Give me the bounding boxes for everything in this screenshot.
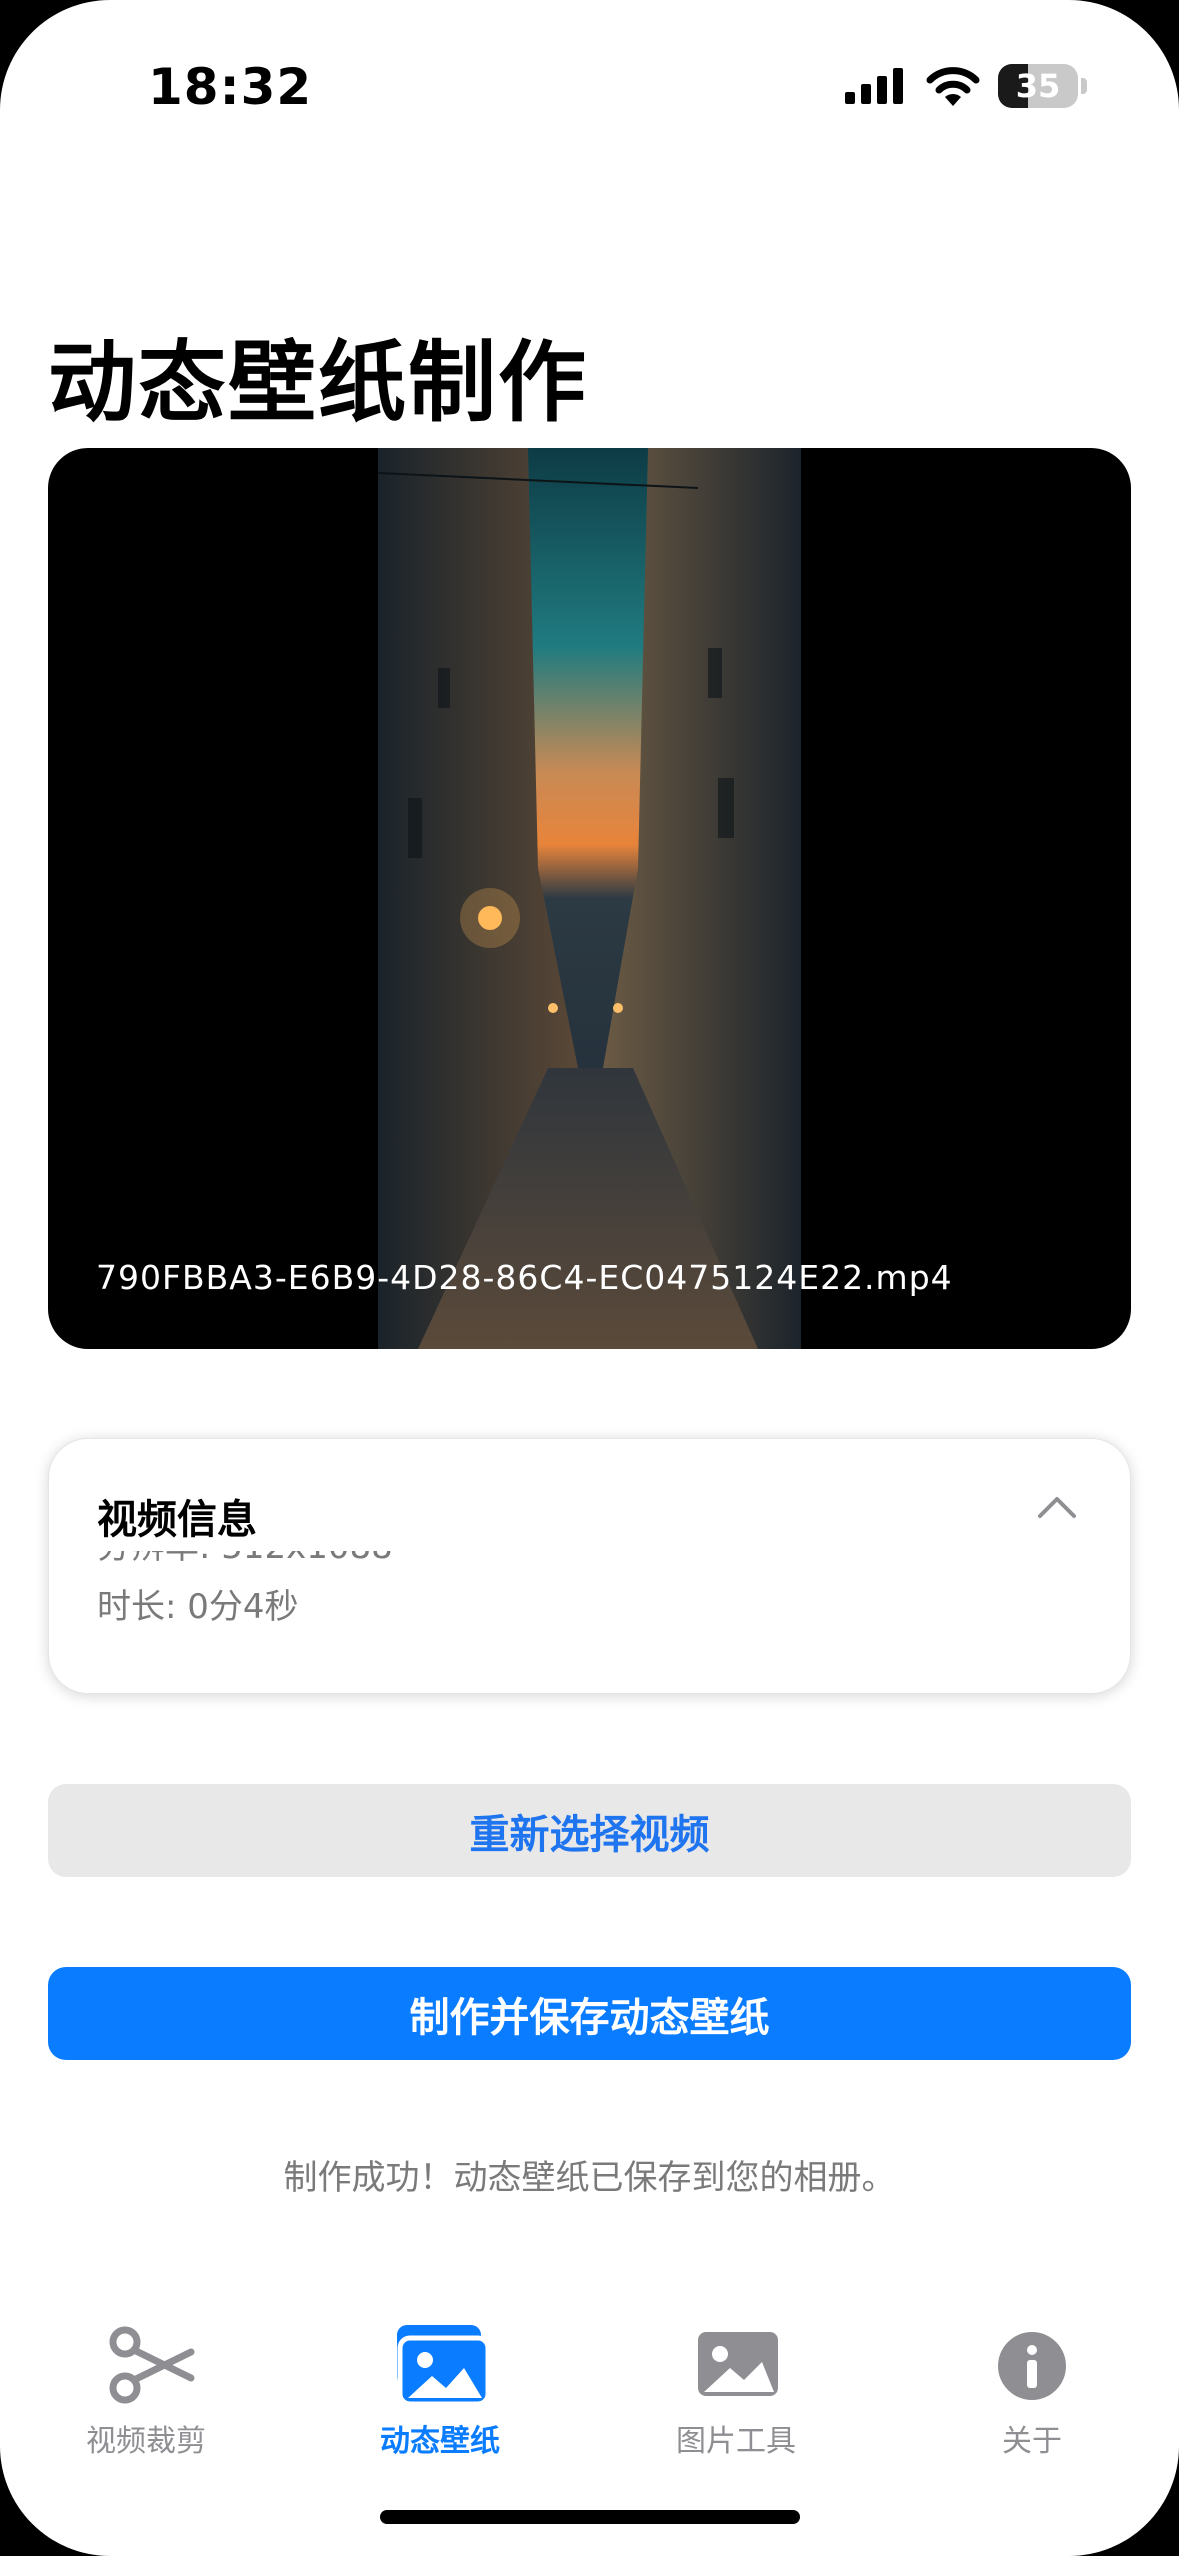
video-filename: 790FBBA3-E6B9-4D28-86C4-EC0475124E22.mp4 <box>96 1258 953 1297</box>
status-time: 18:32 <box>148 58 313 116</box>
page-title: 动态壁纸制作 <box>48 331 589 434</box>
duration-text: 时长: 0分4秒 <box>97 1587 299 1627</box>
video-preview[interactable]: 790FBBA3-E6B9-4D28-86C4-EC0475124E22.mp4 <box>48 448 1131 1349</box>
app-screen: 18:32 35 动态壁纸制作 790FBBA3-E6B9-4D28-86C4-… <box>0 0 1179 2556</box>
reselect-video-button[interactable]: 重新选择视频 <box>48 1784 1131 1877</box>
video-info-content: 分辨率: 512x1088 时长: 0分4秒 <box>97 1551 1077 1676</box>
chevron-up-icon[interactable] <box>1037 1495 1077 1519</box>
tab-live-wallpaper[interactable]: 动态壁纸 <box>320 2320 560 2460</box>
battery-cap <box>1081 78 1087 94</box>
battery-icon: 35 <box>998 64 1078 108</box>
tab-label: 视频裁剪 <box>86 2424 206 2459</box>
tab-image-tools[interactable]: 图片工具 <box>616 2320 856 2460</box>
info-icon <box>998 2332 1066 2400</box>
live-photo-stack-icon <box>397 2325 491 2407</box>
make-and-save-button[interactable]: 制作并保存动态壁纸 <box>48 1967 1131 2060</box>
wifi-icon <box>926 67 980 106</box>
tab-video-crop[interactable]: 视频裁剪 <box>26 2320 266 2460</box>
tab-label: 关于 <box>1002 2424 1062 2459</box>
cellular-signal-icon <box>845 68 903 104</box>
home-indicator[interactable] <box>380 2510 800 2524</box>
video-info-card: 视频信息 分辨率: 512x1088 时长: 0分4秒 <box>48 1438 1131 1694</box>
video-thumbnail <box>378 448 801 1349</box>
tab-about[interactable]: 关于 <box>912 2320 1152 2460</box>
battery-level: 35 <box>1015 67 1061 105</box>
tab-label: 图片工具 <box>676 2424 796 2459</box>
scissors-icon <box>109 2326 195 2404</box>
photo-icon <box>698 2332 778 2396</box>
status-message: 制作成功！动态壁纸已保存到您的相册。 <box>283 2158 896 2198</box>
resolution-text: 分辨率: 512x1088 <box>97 1551 393 1568</box>
video-info-title: 视频信息 <box>97 1497 257 1543</box>
tab-label: 动态壁纸 <box>380 2424 500 2459</box>
